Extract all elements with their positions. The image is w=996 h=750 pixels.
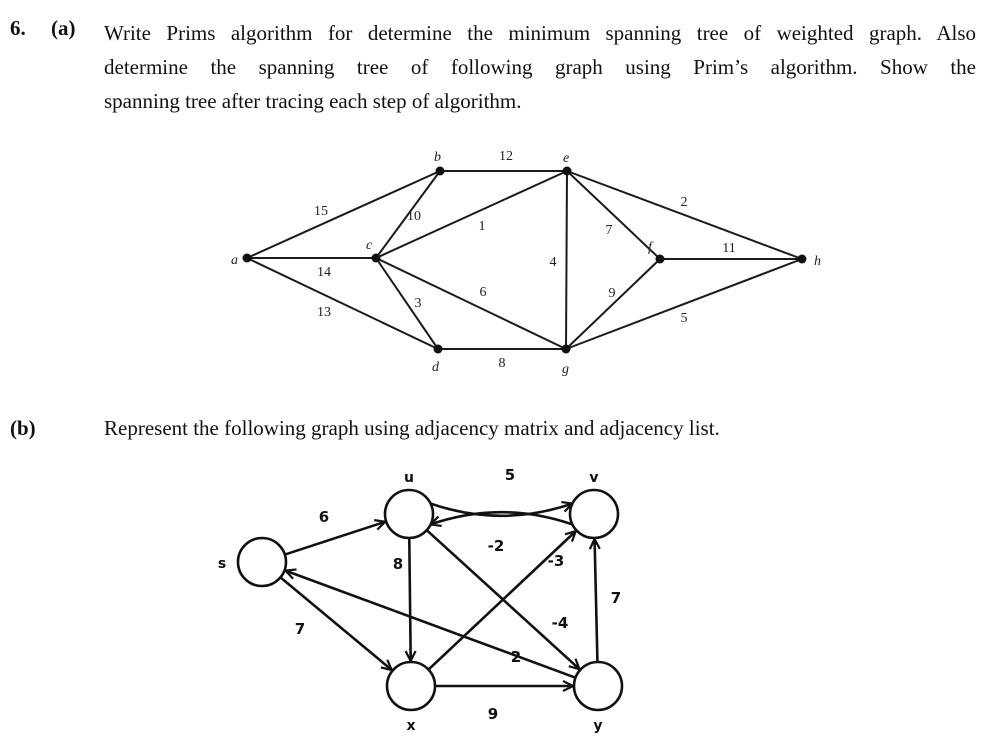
graph-b-node-y — [572, 660, 624, 712]
graph-b-weight-x-y: 9 — [488, 705, 498, 723]
graph-b-weight-v-u: -2 — [488, 537, 505, 555]
graph-b-edge-v-u — [431, 510, 573, 524]
graph-b-node-label-v: v — [589, 470, 598, 486]
graph-b-diagram: 6 7 2 5 -2 8 -4 -3 9 7 s u v x y — [218, 466, 624, 734]
graph-b-weight-u-v: 5 — [505, 466, 515, 484]
graph-b-weight-u-y: -4 — [552, 614, 569, 632]
graph-b-edge-s-u — [284, 522, 385, 556]
graph-b-edge-u-v — [430, 504, 573, 518]
graph-b-weight-x-v: -3 — [548, 552, 565, 570]
graph-b-edge-u-x — [409, 537, 410, 661]
graph-b-weight-s-x: 7 — [295, 620, 305, 638]
graph-b-node-v — [568, 488, 620, 540]
graph-b-node-label-y: y — [593, 718, 602, 734]
graph-b-edge-y-v — [595, 539, 598, 663]
graph-b-weight-y-s: 2 — [511, 648, 521, 666]
graph-b-node-label-s: s — [218, 556, 226, 572]
graph-b-node-s — [236, 536, 288, 588]
graph-b-node-u — [383, 488, 435, 540]
graph-b-weight-y-v: 7 — [611, 589, 621, 607]
graph-b-node-label-u: u — [404, 470, 414, 486]
graph-b-node-x — [385, 660, 437, 712]
graph-b-node-label-x: x — [406, 718, 415, 734]
graph-b-weight-u-x: 8 — [393, 555, 403, 573]
graph-b-weight-s-u: 6 — [319, 508, 329, 526]
